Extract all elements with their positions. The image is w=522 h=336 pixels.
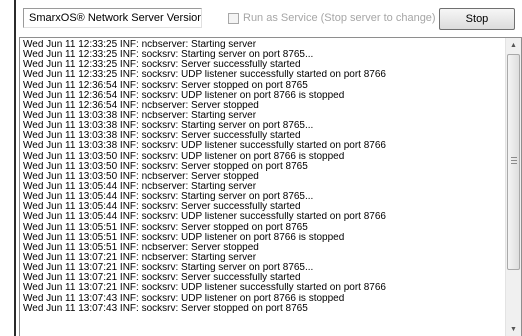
grip-icon bbox=[511, 157, 517, 164]
log-line: Wed Jun 11 13:05:44 INF: socksrv: UDP li… bbox=[23, 212, 386, 223]
toolbar: SmarxOS® Network Server Version 2.5 Run … bbox=[16, 0, 522, 37]
log-line: Wed Jun 11 13:03:38 INF: socksrv: Server… bbox=[23, 131, 301, 142]
log-line: Wed Jun 11 12:36:54 INF: socksrv: Server… bbox=[23, 80, 308, 91]
log-line: Wed Jun 11 13:07:21 INF: socksrv: Starti… bbox=[23, 263, 314, 274]
log-line: Wed Jun 11 13:07:43 INF: socksrv: UDP li… bbox=[23, 293, 345, 304]
log-line: Wed Jun 11 13:05:44 INF: ncbserver: Star… bbox=[23, 181, 257, 192]
log-line: Wed Jun 11 13:03:38 INF: ncbserver: Star… bbox=[23, 110, 257, 121]
log-line: Wed Jun 11 13:03:50 INF: socksrv: UDP li… bbox=[23, 151, 345, 162]
log-line: Wed Jun 11 12:33:25 INF: socksrv: UDP li… bbox=[23, 70, 386, 81]
log-line: Wed Jun 11 13:05:51 INF: ncbserver: Serv… bbox=[23, 242, 259, 253]
window-left-edge bbox=[14, 0, 16, 336]
log-lines: Wed Jun 11 12:33:25 INF: ncbserver: Star… bbox=[23, 40, 505, 314]
log-line: Wed Jun 11 13:03:38 INF: socksrv: Starti… bbox=[23, 121, 314, 132]
log-line: Wed Jun 11 13:03:50 INF: socksrv: Server… bbox=[23, 161, 308, 172]
version-label: SmarxOS® Network Server Version 2.5 bbox=[23, 8, 202, 28]
scroll-up-arrow-icon[interactable]: ▲ bbox=[506, 38, 521, 53]
run-as-service-label: Run as Service (Stop server to change) bbox=[243, 12, 436, 24]
log-line: Wed Jun 11 12:33:25 INF: ncbserver: Star… bbox=[23, 40, 257, 50]
log-line: Wed Jun 11 12:33:25 INF: socksrv: Starti… bbox=[23, 50, 314, 61]
log-line: Wed Jun 11 13:05:44 INF: socksrv: Server… bbox=[23, 202, 301, 213]
log-line: Wed Jun 11 13:05:44 INF: socksrv: Starti… bbox=[23, 192, 314, 203]
log-textarea[interactable]: Wed Jun 11 12:33:25 INF: ncbserver: Star… bbox=[19, 37, 522, 336]
log-line: Wed Jun 11 13:03:50 INF: ncbserver: Serv… bbox=[23, 171, 259, 182]
log-line: Wed Jun 11 12:33:25 INF: socksrv: Server… bbox=[23, 60, 301, 71]
server-window: SmarxOS® Network Server Version 2.5 Run … bbox=[0, 0, 522, 336]
log-line: Wed Jun 11 13:07:21 INF: ncbserver: Star… bbox=[23, 252, 257, 263]
log-line: Wed Jun 11 13:07:43 INF: socksrv: Server… bbox=[23, 303, 308, 314]
log-scrollbar[interactable]: ▲ ▼ bbox=[505, 38, 521, 336]
log-line: Wed Jun 11 13:07:21 INF: socksrv: UDP li… bbox=[23, 283, 386, 294]
run-as-service-checkbox[interactable] bbox=[228, 13, 239, 24]
log-line: Wed Jun 11 13:03:38 INF: socksrv: UDP li… bbox=[23, 141, 386, 152]
log-line: Wed Jun 11 12:36:54 INF: ncbserver: Serv… bbox=[23, 100, 259, 111]
stop-button[interactable]: Stop bbox=[439, 8, 515, 30]
log-line: Wed Jun 11 12:36:54 INF: socksrv: UDP li… bbox=[23, 90, 345, 101]
log-line: Wed Jun 11 13:05:51 INF: socksrv: UDP li… bbox=[23, 232, 345, 243]
log-line: Wed Jun 11 13:05:51 INF: socksrv: Server… bbox=[23, 222, 308, 233]
scroll-thumb[interactable] bbox=[507, 54, 520, 270]
scroll-down-arrow-icon[interactable]: ▼ bbox=[506, 322, 521, 336]
log-line: Wed Jun 11 13:07:21 INF: socksrv: Server… bbox=[23, 273, 301, 284]
